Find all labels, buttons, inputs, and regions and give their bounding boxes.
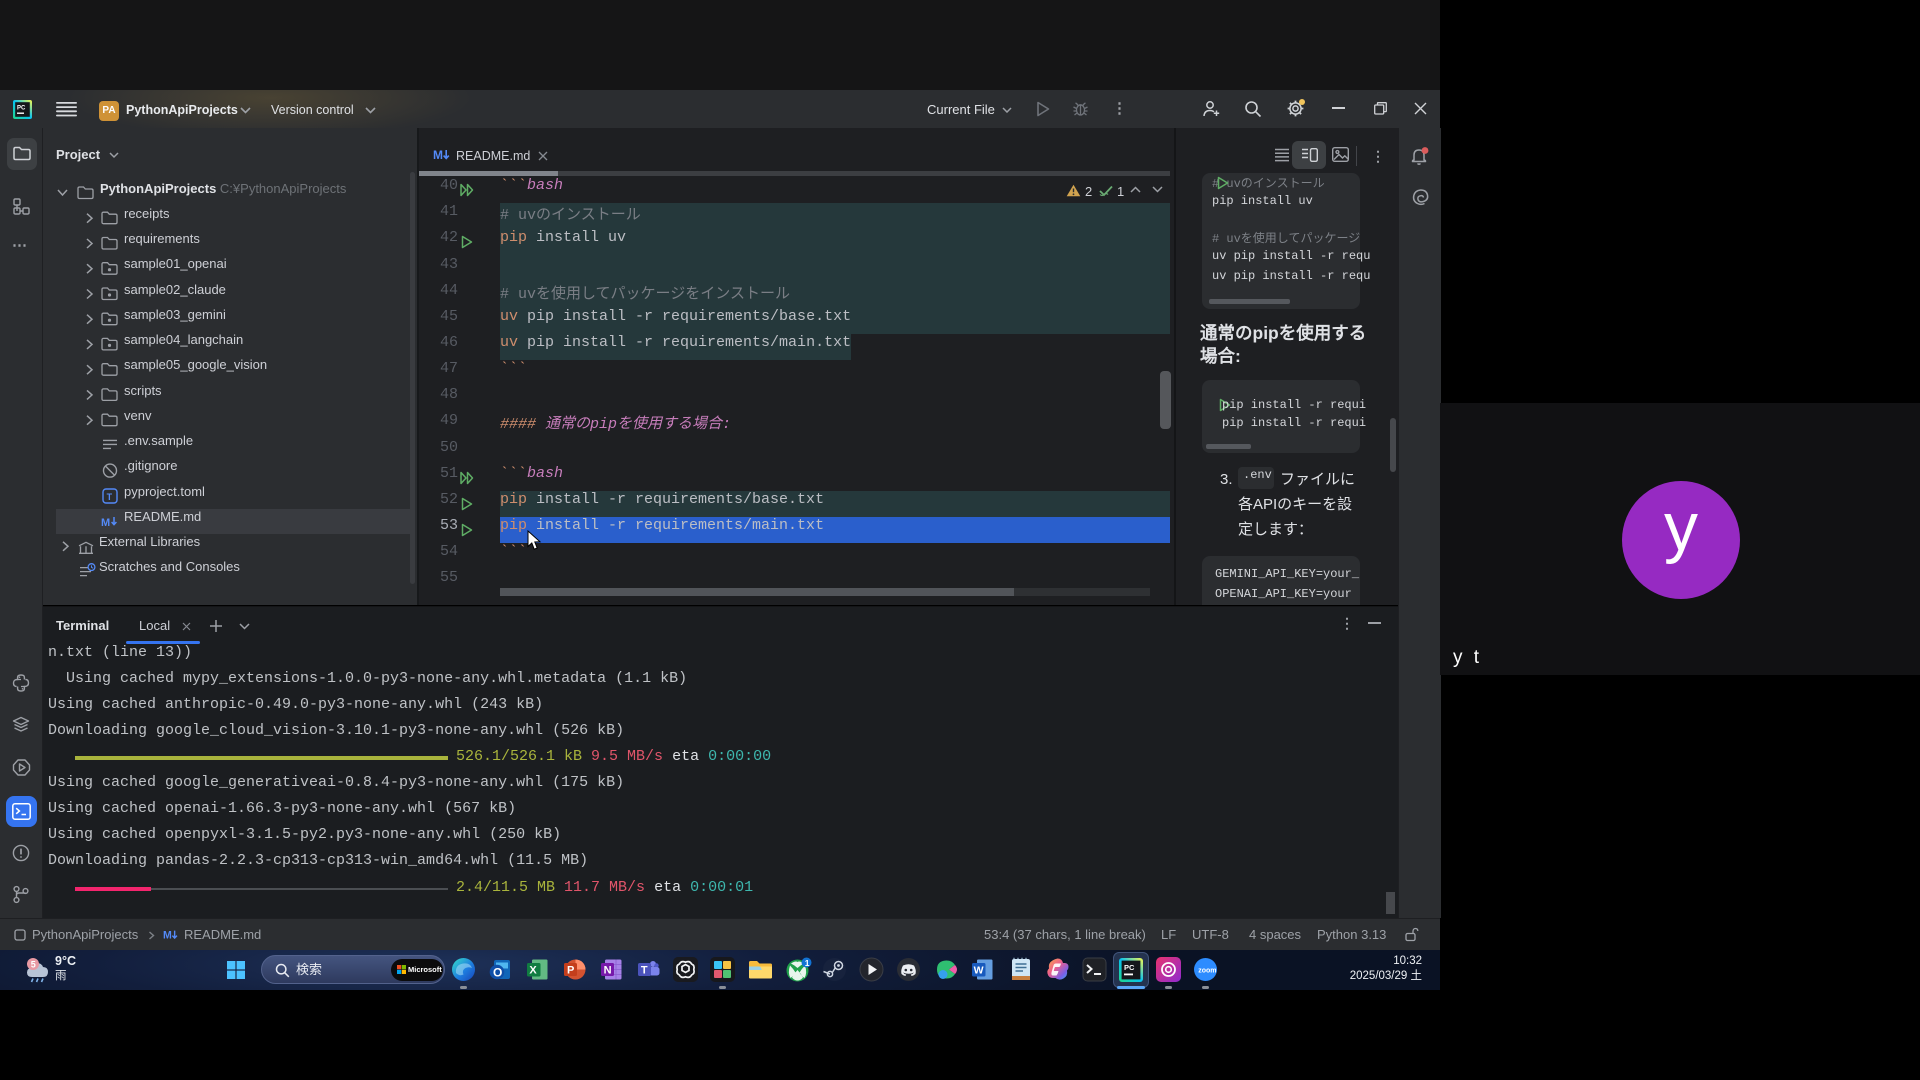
svg-text:PC: PC (17, 106, 26, 112)
svg-text:M: M (163, 930, 172, 942)
svg-text:PC: PC (1124, 963, 1135, 972)
svg-text:T: T (107, 492, 113, 502)
svg-text:1: 1 (805, 958, 810, 968)
svg-text:O: O (493, 965, 502, 979)
svg-text:X: X (529, 965, 537, 977)
svg-text:N: N (604, 965, 612, 977)
svg-text:zoom: zoom (1198, 968, 1216, 975)
svg-text:M: M (433, 148, 443, 162)
svg-text:T: T (641, 965, 648, 977)
svg-text:5: 5 (31, 960, 36, 970)
svg-text:M: M (101, 517, 110, 529)
svg-text:P: P (567, 965, 574, 977)
svg-text:W: W (974, 964, 984, 976)
